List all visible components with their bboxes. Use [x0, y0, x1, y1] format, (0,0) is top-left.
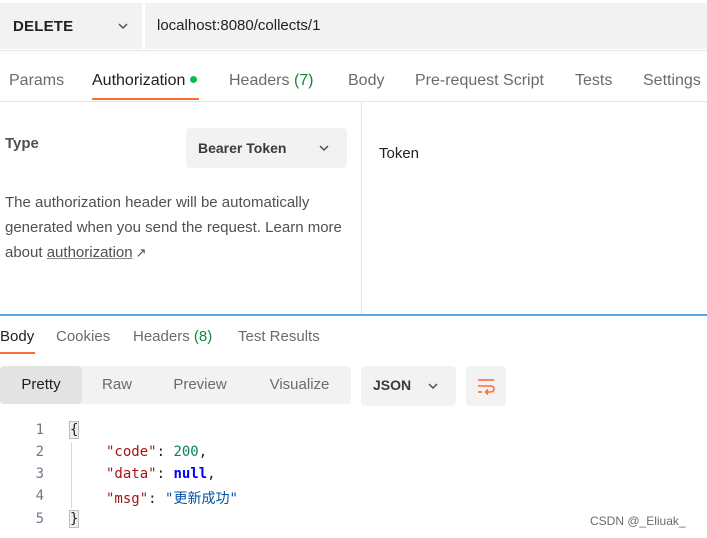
auth-type-label: Type	[5, 135, 39, 152]
tab-label: Pre-request Script	[415, 72, 544, 89]
resp-tab-test-results[interactable]: Test Results	[238, 328, 320, 345]
code-line: "data": null,	[106, 466, 216, 482]
code-line: {	[68, 421, 80, 439]
json-value: "更新成功"	[165, 491, 238, 507]
tab-params[interactable]: Params	[9, 72, 64, 90]
status-dot	[190, 76, 198, 83]
tab-label: Cookies	[56, 328, 111, 345]
method-label: DELETE	[13, 18, 74, 35]
tab-label: Headers	[229, 72, 290, 89]
auth-description: The authorization header will be automat…	[5, 190, 350, 265]
arrow-up-right-icon: ↗	[135, 245, 147, 260]
request-url-bar: DELETE localhost:8080/collects/1	[0, 0, 707, 51]
wrap-lines-button[interactable]	[466, 366, 506, 406]
code-line: "code": 200,	[106, 444, 208, 460]
format-preview-button[interactable]: Preview	[152, 366, 248, 404]
close-brace: }	[68, 510, 80, 528]
line-number: 2	[35, 444, 44, 460]
tab-label: Settings	[643, 72, 701, 89]
open-brace: {	[68, 421, 80, 439]
language-select-value: JSON	[373, 377, 412, 393]
tab-headers[interactable]: Headers (7)	[229, 72, 314, 90]
watermark: CSDN @_Eliuak_	[590, 514, 686, 528]
auth-token-pane: Token	[363, 102, 707, 314]
auth-type-value: Bearer Token	[198, 140, 287, 156]
code-line: "msg": "更新成功"	[106, 491, 238, 507]
line-number: 1	[35, 422, 44, 438]
resp-tab-cookies[interactable]: Cookies	[56, 328, 110, 345]
pane-resize-divider[interactable]	[0, 314, 707, 316]
request-tabs: Params Authorization Headers (7) Body Pr…	[0, 51, 707, 102]
tab-count: (7)	[293, 72, 314, 89]
resp-tab-headers[interactable]: Headers (8)	[133, 328, 212, 345]
chevron-down-icon	[428, 383, 438, 390]
tab-label: Headers	[133, 328, 190, 345]
wrap-lines-icon	[478, 379, 495, 396]
tab-body[interactable]: Body	[348, 72, 384, 90]
tab-label: Test Results	[238, 328, 320, 345]
code-line: }	[68, 510, 80, 528]
tab-label: Authorization	[92, 72, 186, 89]
json-key: "code"	[106, 444, 157, 460]
language-select[interactable]: JSON	[361, 366, 456, 406]
tab-label: Body	[348, 72, 385, 89]
authorization-link[interactable]: authorization	[47, 244, 133, 261]
format-visualize-button[interactable]: Visualize	[248, 366, 351, 404]
tab-label: Params	[9, 72, 65, 89]
tab-settings[interactable]: Settings	[643, 72, 701, 90]
chevron-down-icon	[118, 23, 128, 30]
method-select[interactable]: DELETE	[0, 3, 143, 49]
json-key: "data"	[106, 466, 157, 482]
active-tab-indicator	[92, 98, 199, 100]
json-key: "msg"	[106, 491, 149, 507]
url-input[interactable]: localhost:8080/collects/1	[145, 3, 707, 49]
tab-label: Body	[0, 328, 35, 345]
tab-label: Tests	[575, 72, 613, 89]
resp-tab-body[interactable]: Body	[0, 328, 34, 345]
auth-type-select[interactable]: Bearer Token	[186, 128, 347, 168]
tab-authorization[interactable]: Authorization	[92, 72, 198, 90]
format-raw-button[interactable]: Raw	[82, 366, 152, 404]
tab-tests[interactable]: Tests	[575, 72, 612, 90]
tab-pre-request-script[interactable]: Pre-request Script	[415, 72, 544, 90]
json-value: 200	[173, 444, 199, 460]
url-text: localhost:8080/collects/1	[157, 17, 321, 34]
auth-settings-pane: Type Bearer Token The authorization head…	[0, 102, 362, 314]
tab-count: (8)	[193, 328, 213, 345]
json-value: null	[173, 466, 208, 482]
active-resp-tab-indicator	[0, 352, 35, 354]
line-number: 5	[35, 511, 44, 527]
chevron-down-icon	[319, 145, 329, 152]
line-number: 4	[35, 488, 44, 504]
format-toggle-group: Pretty Raw Preview Visualize	[0, 366, 351, 404]
format-pretty-button[interactable]: Pretty	[0, 366, 82, 404]
line-number: 3	[35, 466, 44, 482]
token-label: Token	[379, 145, 420, 162]
